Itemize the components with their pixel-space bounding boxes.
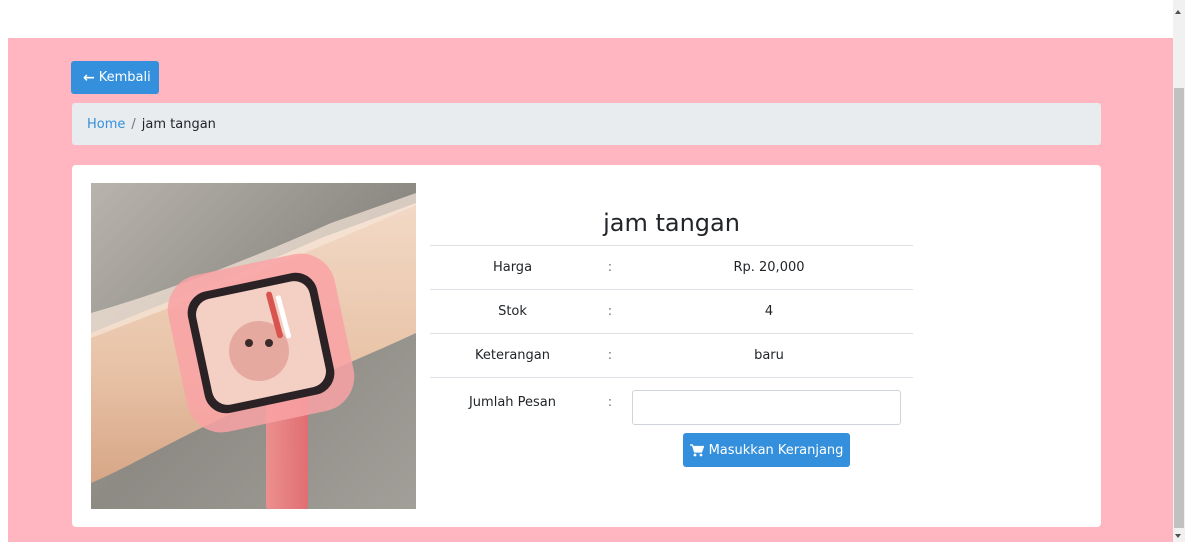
back-button-label: Kembali bbox=[98, 70, 151, 85]
price-row: Harga : Rp. 20,000 bbox=[430, 245, 913, 289]
description-colon: : bbox=[607, 348, 613, 363]
scroll-up-icon[interactable] bbox=[1175, 10, 1181, 14]
cart-icon bbox=[689, 443, 704, 456]
price-value: Rp. 20,000 bbox=[733, 260, 805, 275]
scrollbar-thumb[interactable] bbox=[1174, 88, 1184, 528]
quantity-row: Jumlah Pesan : Masukkan Keranjang bbox=[430, 377, 913, 467]
breadcrumb-current: jam tangan bbox=[141, 116, 216, 132]
description-row: Keterangan : baru bbox=[430, 333, 913, 377]
page: ← Kembali Home / jam tangan jam tangan H… bbox=[0, 0, 1185, 542]
breadcrumb-home-link[interactable]: Home bbox=[87, 117, 125, 132]
quantity-input-group: Masukkan Keranjang bbox=[625, 390, 913, 467]
add-to-cart-button[interactable]: Masukkan Keranjang bbox=[683, 433, 850, 467]
quantity-input[interactable] bbox=[632, 390, 901, 425]
back-button[interactable]: ← Kembali bbox=[71, 61, 159, 94]
description-label: Keterangan bbox=[475, 348, 550, 363]
product-image bbox=[91, 183, 416, 509]
breadcrumb: Home / jam tangan bbox=[72, 103, 1101, 145]
add-to-cart-label: Masukkan Keranjang bbox=[708, 442, 844, 458]
scrollbar[interactable] bbox=[1173, 0, 1185, 542]
stock-colon: : bbox=[607, 304, 613, 319]
product-title: jam tangan bbox=[603, 209, 740, 237]
stock-label: Stok bbox=[498, 304, 527, 319]
arrow-left-icon: ← bbox=[83, 69, 95, 86]
stock-row: Stok : 4 bbox=[430, 289, 913, 333]
breadcrumb-separator: / bbox=[131, 116, 136, 132]
scroll-down-icon[interactable] bbox=[1175, 534, 1181, 538]
product-card: jam tangan Harga : Rp. 20,000 Stok : 4 K… bbox=[72, 165, 1101, 527]
description-value: baru bbox=[754, 348, 784, 363]
quantity-label: Jumlah Pesan bbox=[468, 395, 557, 410]
price-label: Harga bbox=[492, 260, 533, 275]
stock-value: 4 bbox=[764, 304, 774, 319]
quantity-colon: : bbox=[607, 395, 613, 410]
price-colon: : bbox=[607, 260, 613, 275]
product-details: jam tangan Harga : Rp. 20,000 Stok : 4 K… bbox=[430, 183, 913, 467]
